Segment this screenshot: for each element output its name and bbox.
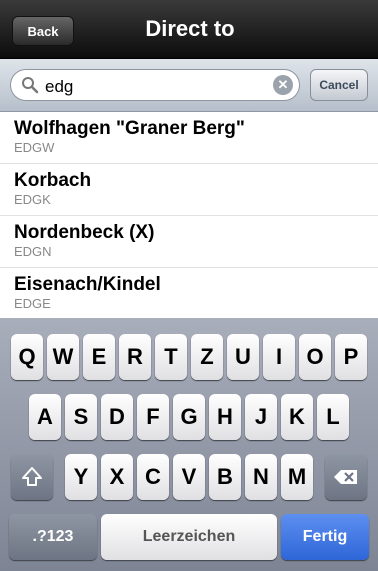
search-input[interactable] (45, 77, 245, 97)
key-u[interactable]: U (227, 334, 259, 380)
list-item[interactable]: Nordenbeck (X) EDGN (0, 216, 378, 268)
return-key[interactable]: Fertig (281, 514, 369, 560)
key-t[interactable]: T (155, 334, 187, 380)
key-e[interactable]: E (83, 334, 115, 380)
key-c[interactable]: C (137, 454, 169, 500)
list-item[interactable]: Wolfhagen "Graner Berg" EDGW (0, 112, 378, 164)
backspace-icon (334, 470, 357, 484)
search-bar: ✕ Cancel (0, 59, 378, 112)
key-i[interactable]: I (263, 334, 295, 380)
search-field[interactable]: ✕ (10, 69, 300, 101)
key-w[interactable]: W (47, 334, 79, 380)
airfield-code: EDGE (14, 296, 51, 311)
delete-key[interactable] (325, 454, 367, 500)
results-list: Wolfhagen "Graner Berg" EDGW Korbach EDG… (0, 112, 378, 320)
search-icon (22, 77, 39, 94)
airfield-name: Korbach (14, 170, 92, 191)
key-r[interactable]: R (119, 334, 151, 380)
key-j[interactable]: J (245, 394, 277, 440)
cancel-button[interactable]: Cancel (310, 69, 368, 101)
page-title: Direct to (145, 16, 235, 41)
airfield-name: Wolfhagen "Graner Berg" (14, 118, 245, 139)
key-s[interactable]: S (65, 394, 97, 440)
key-l[interactable]: L (317, 394, 349, 440)
keyboard-row-3: Y X C V B N M (0, 454, 378, 500)
navigation-bar: Back Direct to (0, 0, 378, 59)
key-d[interactable]: D (101, 394, 133, 440)
key-z[interactable]: Z (191, 334, 223, 380)
key-v[interactable]: V (173, 454, 205, 500)
key-n[interactable]: N (245, 454, 277, 500)
clear-icon[interactable]: ✕ (273, 75, 293, 95)
key-a[interactable]: A (29, 394, 61, 440)
keyboard-row-2: A S D F G H J K L (0, 394, 378, 440)
key-o[interactable]: O (299, 334, 331, 380)
key-h[interactable]: H (209, 394, 241, 440)
airfield-code: EDGW (14, 140, 55, 155)
keyboard: Q W E R T Z U I O P A S D F G H J K L Y … (0, 318, 378, 571)
numbers-key[interactable]: .?123 (9, 514, 97, 560)
space-key[interactable]: Leerzeichen (101, 514, 277, 560)
back-button[interactable]: Back (12, 16, 74, 46)
keyboard-row-1: Q W E R T Z U I O P (0, 334, 378, 380)
keyboard-row-4: .?123 Leerzeichen Fertig (0, 514, 378, 560)
list-item[interactable]: Korbach EDGK (0, 164, 378, 216)
key-p[interactable]: P (335, 334, 367, 380)
key-x[interactable]: X (101, 454, 133, 500)
key-m[interactable]: M (281, 454, 313, 500)
key-q[interactable]: Q (11, 334, 43, 380)
shift-key[interactable] (11, 454, 53, 500)
key-k[interactable]: K (281, 394, 313, 440)
airfield-code: EDGK (14, 192, 51, 207)
shift-icon (22, 467, 42, 486)
key-b[interactable]: B (209, 454, 241, 500)
airfield-code: EDGN (14, 244, 52, 259)
key-f[interactable]: F (137, 394, 169, 440)
airfield-name: Nordenbeck (X) (14, 222, 155, 243)
key-y[interactable]: Y (65, 454, 97, 500)
key-g[interactable]: G (173, 394, 205, 440)
list-item[interactable]: Eisenach/Kindel EDGE (0, 268, 378, 320)
airfield-name: Eisenach/Kindel (14, 274, 161, 295)
